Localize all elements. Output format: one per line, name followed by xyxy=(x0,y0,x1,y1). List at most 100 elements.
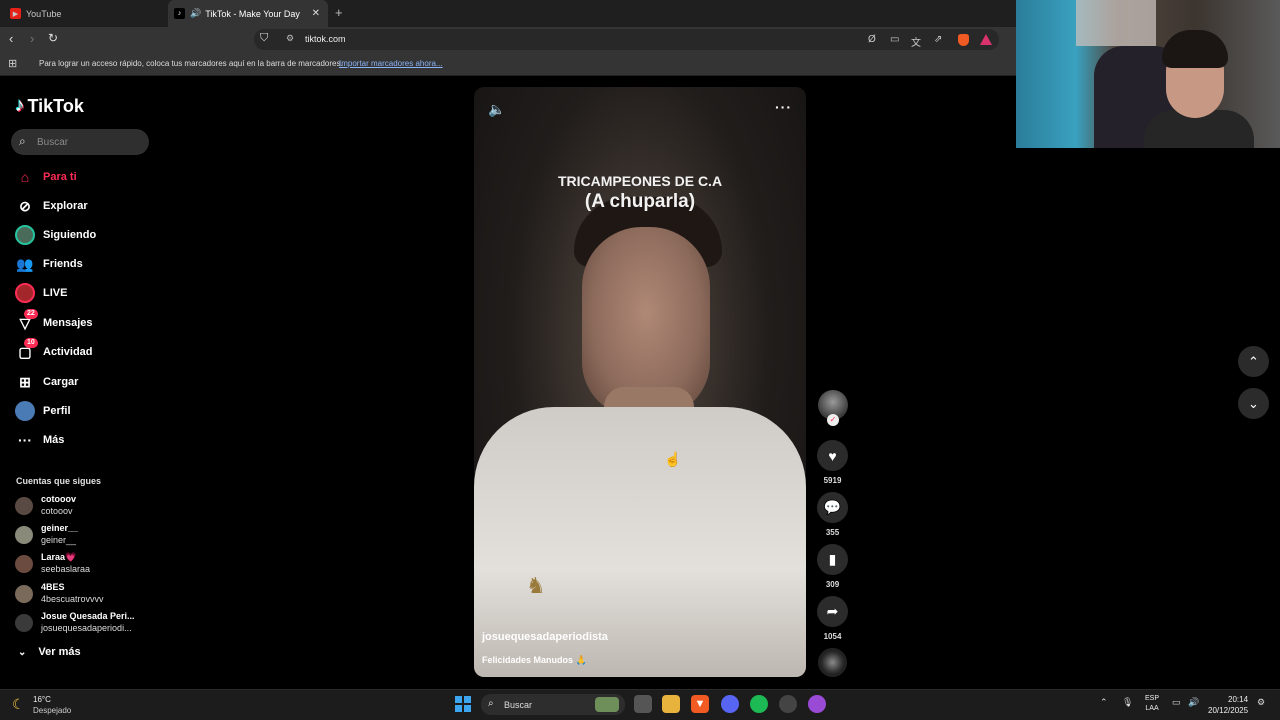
chevron-down-icon: ⌄ xyxy=(1248,395,1259,411)
nav-item-para-ti[interactable]: ⌂ Para ti xyxy=(15,166,155,188)
app-circle-icon[interactable] xyxy=(808,695,826,713)
apps-grid-icon[interactable]: ⊞ xyxy=(8,57,17,70)
messages-icon: ▽ 22 xyxy=(15,309,38,333)
following-account[interactable]: 4BES 4bescuatrovvvv xyxy=(15,582,145,606)
following-account[interactable]: Josue Quesada Peri... josuequesadaperiod… xyxy=(15,611,145,635)
following-account[interactable]: geiner__ geiner__ xyxy=(15,523,145,547)
search-placeholder: Buscar xyxy=(37,137,69,148)
nav-item-cargar[interactable]: ⊞ Cargar xyxy=(15,371,155,393)
back-icon[interactable]: ‹ xyxy=(9,31,13,46)
network-icon[interactable]: ▭ xyxy=(1172,697,1181,708)
followed-check-icon[interactable]: ✓ xyxy=(827,414,839,426)
music-disc-icon[interactable] xyxy=(818,648,847,677)
nav-label: Mensajes xyxy=(43,317,93,329)
spotify-icon[interactable] xyxy=(750,695,768,713)
taskbar-search[interactable]: ⌕ Buscar xyxy=(481,694,625,715)
layout-code: LAA xyxy=(1145,705,1159,712)
windows-start-icon[interactable] xyxy=(454,695,472,713)
share-count: 1054 xyxy=(823,632,842,641)
following-account[interactable]: cotooov cotooov xyxy=(15,494,145,518)
nav-item-actividad[interactable]: ▢ 10 Actividad xyxy=(15,338,155,363)
speaker-icon[interactable]: 🔊 xyxy=(190,8,201,19)
following-avatar-icon xyxy=(15,225,35,245)
account-name: geiner__ xyxy=(41,523,79,533)
creator-avatar[interactable]: ✓ xyxy=(818,390,848,426)
video-author[interactable]: josuequesadaperiodista xyxy=(482,631,608,643)
compass-icon: ⊘ xyxy=(19,197,31,214)
share-icon[interactable]: ⇗ xyxy=(934,34,942,45)
windows-taskbar: ☾ 16°C Despejado ⌕ Buscar ▼ ⌃ 🎙 ESP LAA … xyxy=(0,689,1280,720)
volume-tray-icon[interactable]: 🔊 xyxy=(1188,697,1199,708)
new-tab-icon[interactable]: + xyxy=(335,5,343,20)
share-button[interactable]: ➦ xyxy=(817,596,848,627)
bookmark-icon[interactable]: ⛉ xyxy=(260,32,268,45)
search-icon: ⌕ xyxy=(19,134,26,148)
save-count: 309 xyxy=(825,580,840,589)
language-code: ESP xyxy=(1145,695,1160,702)
file-explorer-icon[interactable] xyxy=(662,695,680,713)
microphone-icon[interactable]: 🎙 xyxy=(1122,697,1133,708)
more-options-icon[interactable]: ··· xyxy=(775,99,792,115)
bookmark-icon: ▮ xyxy=(828,551,837,567)
nav-item-mas[interactable]: ··· Más xyxy=(15,429,155,451)
save-button[interactable]: ▮ xyxy=(817,544,848,575)
upload-icon: ⊞ xyxy=(19,373,31,390)
task-view-icon[interactable] xyxy=(634,695,652,713)
comment-button[interactable]: 💬 xyxy=(817,492,848,523)
nav-label: Actividad xyxy=(43,346,93,358)
brave-shields-icon[interactable] xyxy=(958,34,969,46)
nav-item-friends[interactable]: 👥 Friends xyxy=(15,253,155,275)
close-tab-icon[interactable]: ✕ xyxy=(312,8,320,19)
steam-icon[interactable] xyxy=(779,695,797,713)
nav-item-mensajes[interactable]: ▽ 22 Mensajes xyxy=(15,309,155,334)
following-account[interactable]: Laraa💗 seebaslaraa xyxy=(15,552,145,576)
forward-icon[interactable]: › xyxy=(30,31,34,46)
system-clock[interactable]: 20:14 20/12/2025 xyxy=(1208,694,1248,716)
next-video-button[interactable]: ⌄ xyxy=(1238,388,1269,419)
moon-icon: ☾ xyxy=(12,696,25,712)
bookmarks-message: Para lograr un acceso rápido, coloca tus… xyxy=(39,59,343,68)
address-row: ‹ › ↻ ⛉ ⚙ tiktok.com Ø ▭ 文 ⇗ xyxy=(0,27,1016,52)
import-bookmarks-link[interactable]: Importar marcadores ahora... xyxy=(339,59,443,68)
discord-icon[interactable] xyxy=(721,695,739,713)
search-input[interactable]: ⌕ Buscar xyxy=(11,129,149,155)
see-more-button[interactable]: ⌄ Ver más xyxy=(18,646,81,658)
translate-icon[interactable]: 文 xyxy=(911,34,921,49)
reload-icon[interactable]: ↻ xyxy=(48,31,58,45)
site-info-icon[interactable]: ⚙ xyxy=(286,33,294,44)
account-name: cotooov xyxy=(41,494,76,504)
cast-icon[interactable]: ▭ xyxy=(890,34,899,45)
tab-title: TikTok - Make Your Day xyxy=(205,8,300,19)
no-tracking-icon[interactable]: Ø xyxy=(868,34,876,45)
like-button[interactable]: ♥ xyxy=(817,440,848,471)
webcam-person-hair xyxy=(1162,30,1228,68)
nav-label: LIVE xyxy=(43,287,68,299)
tiktok-logo[interactable]: ♪ TikTok xyxy=(15,95,84,117)
account-handle: 4bescuatrovvvv xyxy=(41,594,104,604)
search-icon: ⌕ xyxy=(488,698,494,709)
video-caption-line1: TRICAMPEONES DE C.A xyxy=(557,173,723,189)
notifications-icon[interactable]: ⚙ xyxy=(1257,697,1265,708)
account-name: 4BES xyxy=(41,582,65,592)
avatar xyxy=(15,497,33,515)
youtube-favicon-icon: ▶ xyxy=(10,8,21,19)
brave-rewards-icon[interactable] xyxy=(980,34,992,45)
language-indicator[interactable]: ESP LAA xyxy=(1145,694,1159,714)
comment-icon: 💬 xyxy=(823,499,842,515)
mouse-cursor-icon: ☝ xyxy=(664,451,682,467)
nav-item-live[interactable]: LIVE xyxy=(15,282,155,304)
tab-youtube[interactable]: ▶ YouTube xyxy=(0,0,168,27)
volume-icon[interactable]: 🔈 xyxy=(488,101,505,118)
webcam-shelf xyxy=(1076,0,1156,46)
nav-item-explorar[interactable]: ⊘ Explorar xyxy=(15,195,155,217)
video-player[interactable]: ♞ 🔈 ··· TRICAMPEONES DE C.A (A chuparla)… xyxy=(474,87,806,677)
nav-item-perfil[interactable]: Perfil xyxy=(15,400,155,422)
tab-tiktok[interactable]: ♪ 🔊 TikTok - Make Your Day ✕ xyxy=(168,0,328,27)
brave-browser-icon[interactable]: ▼ xyxy=(691,695,709,713)
activity-badge: 10 xyxy=(24,338,38,348)
nav-item-siguiendo[interactable]: Siguiendo xyxy=(15,224,155,246)
show-hidden-icons-icon[interactable]: ⌃ xyxy=(1100,697,1108,708)
previous-video-button[interactable]: ⌃ xyxy=(1238,346,1269,377)
url-bar[interactable]: ⛉ ⚙ tiktok.com Ø ▭ 文 ⇗ xyxy=(254,29,999,50)
weather-condition: Despejado xyxy=(33,706,72,715)
